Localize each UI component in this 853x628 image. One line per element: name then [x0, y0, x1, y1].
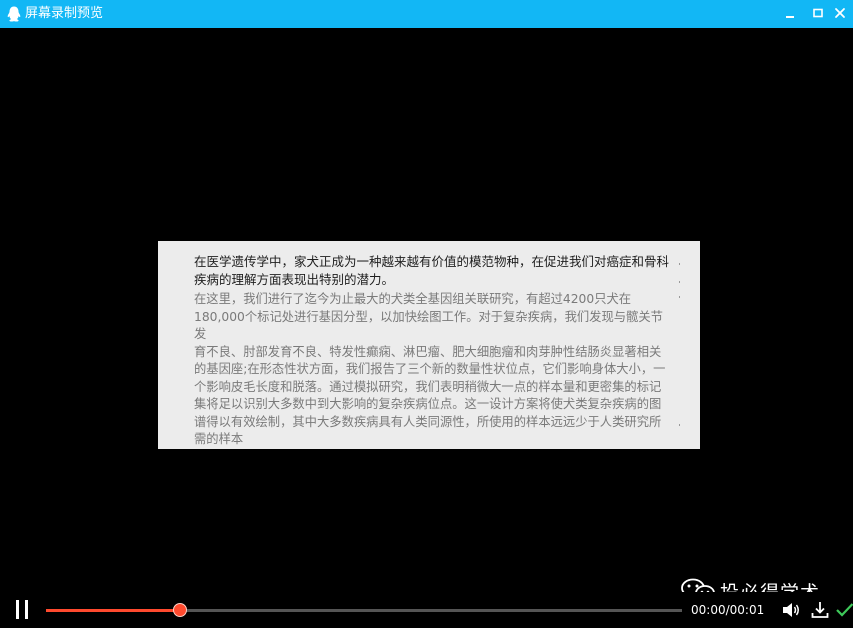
paragraph-line: 集将足以识别大多数中到大影响的复杂疾病位点。这一设计方案将使犬类复杂疾病的图	[194, 397, 662, 411]
volume-icon	[783, 603, 799, 617]
volume-button[interactable]	[781, 600, 801, 620]
time-display: 00:00/00:01	[691, 603, 764, 617]
total-time: 00:01	[729, 603, 765, 617]
paragraph-line: 在这里，我们进行了迄今为止最大的犬类全基因组关联研究，有超过4200只犬在	[194, 292, 632, 306]
progress-thumb[interactable]	[173, 603, 187, 617]
download-button[interactable]	[810, 600, 830, 620]
maximize-button[interactable]	[808, 4, 828, 24]
paragraph-line: 育不良、肘部发育不良、特发性癫痫、淋巴瘤、肥大细胞瘤和肉芽肿性结肠炎显著相关	[194, 344, 662, 359]
current-time: 00:00	[691, 603, 726, 617]
minimize-icon	[786, 16, 794, 18]
download-icon	[811, 602, 829, 618]
scroll-dot	[679, 296, 680, 298]
paragraph-line: 个影响皮毛长度和脱落。通过模拟研究，我们表明稍微大一点的样本量和更密集的标记	[194, 379, 662, 394]
maximize-icon	[813, 8, 823, 18]
close-icon	[835, 8, 845, 18]
pause-button[interactable]	[14, 600, 34, 620]
paragraph-line: 180,000个标记处进行基因分型，以加快绘图工作。对于复杂疾病，我们发现与髋关…	[194, 309, 663, 342]
qq-penguin-icon	[5, 5, 23, 23]
checkmark-icon	[836, 603, 853, 617]
progress-played	[46, 609, 180, 612]
confirm-button[interactable]	[835, 600, 853, 620]
headline-line: 疾病的理解方面表现出特别的潜力。	[194, 271, 395, 287]
scroll-dot	[679, 263, 680, 265]
scroll-dot	[679, 424, 680, 426]
slide-paragraph: 在这里，我们进行了迄今为止最大的犬类全基因组关联研究，有超过4200只犬在 18…	[194, 291, 674, 449]
close-button[interactable]	[831, 4, 851, 24]
minimize-button[interactable]	[780, 4, 800, 24]
headline-line: 在医学遗传学中，家犬正成为一种越来越有价值的模范物种，在促进我们对癌症和骨科	[194, 254, 670, 269]
slide-headline: 在医学遗传学中，家犬正成为一种越来越有价值的模范物种，在促进我们对癌症和骨科 疾…	[194, 253, 674, 288]
title-bar: 屏幕录制预览	[0, 0, 853, 28]
paragraph-line: 的基因座;在形态性状方面，我们报告了三个新的数量性状位点，它们影响身体大小，一	[194, 362, 666, 376]
paragraph-line: 谱得以有效绘制，其中大多数疾病具有人类同源性，所使用的样本远远少于人类研究所	[194, 414, 662, 429]
paragraph-line: 需的样本	[194, 432, 244, 446]
player-controls: 00:00/00:01	[0, 592, 853, 628]
scroll-dot	[679, 281, 680, 283]
window-title: 屏幕录制预览	[25, 6, 104, 21]
recorded-slide: 在医学遗传学中，家犬正成为一种越来越有价值的模范物种，在促进我们对癌症和骨科 疾…	[158, 241, 700, 449]
